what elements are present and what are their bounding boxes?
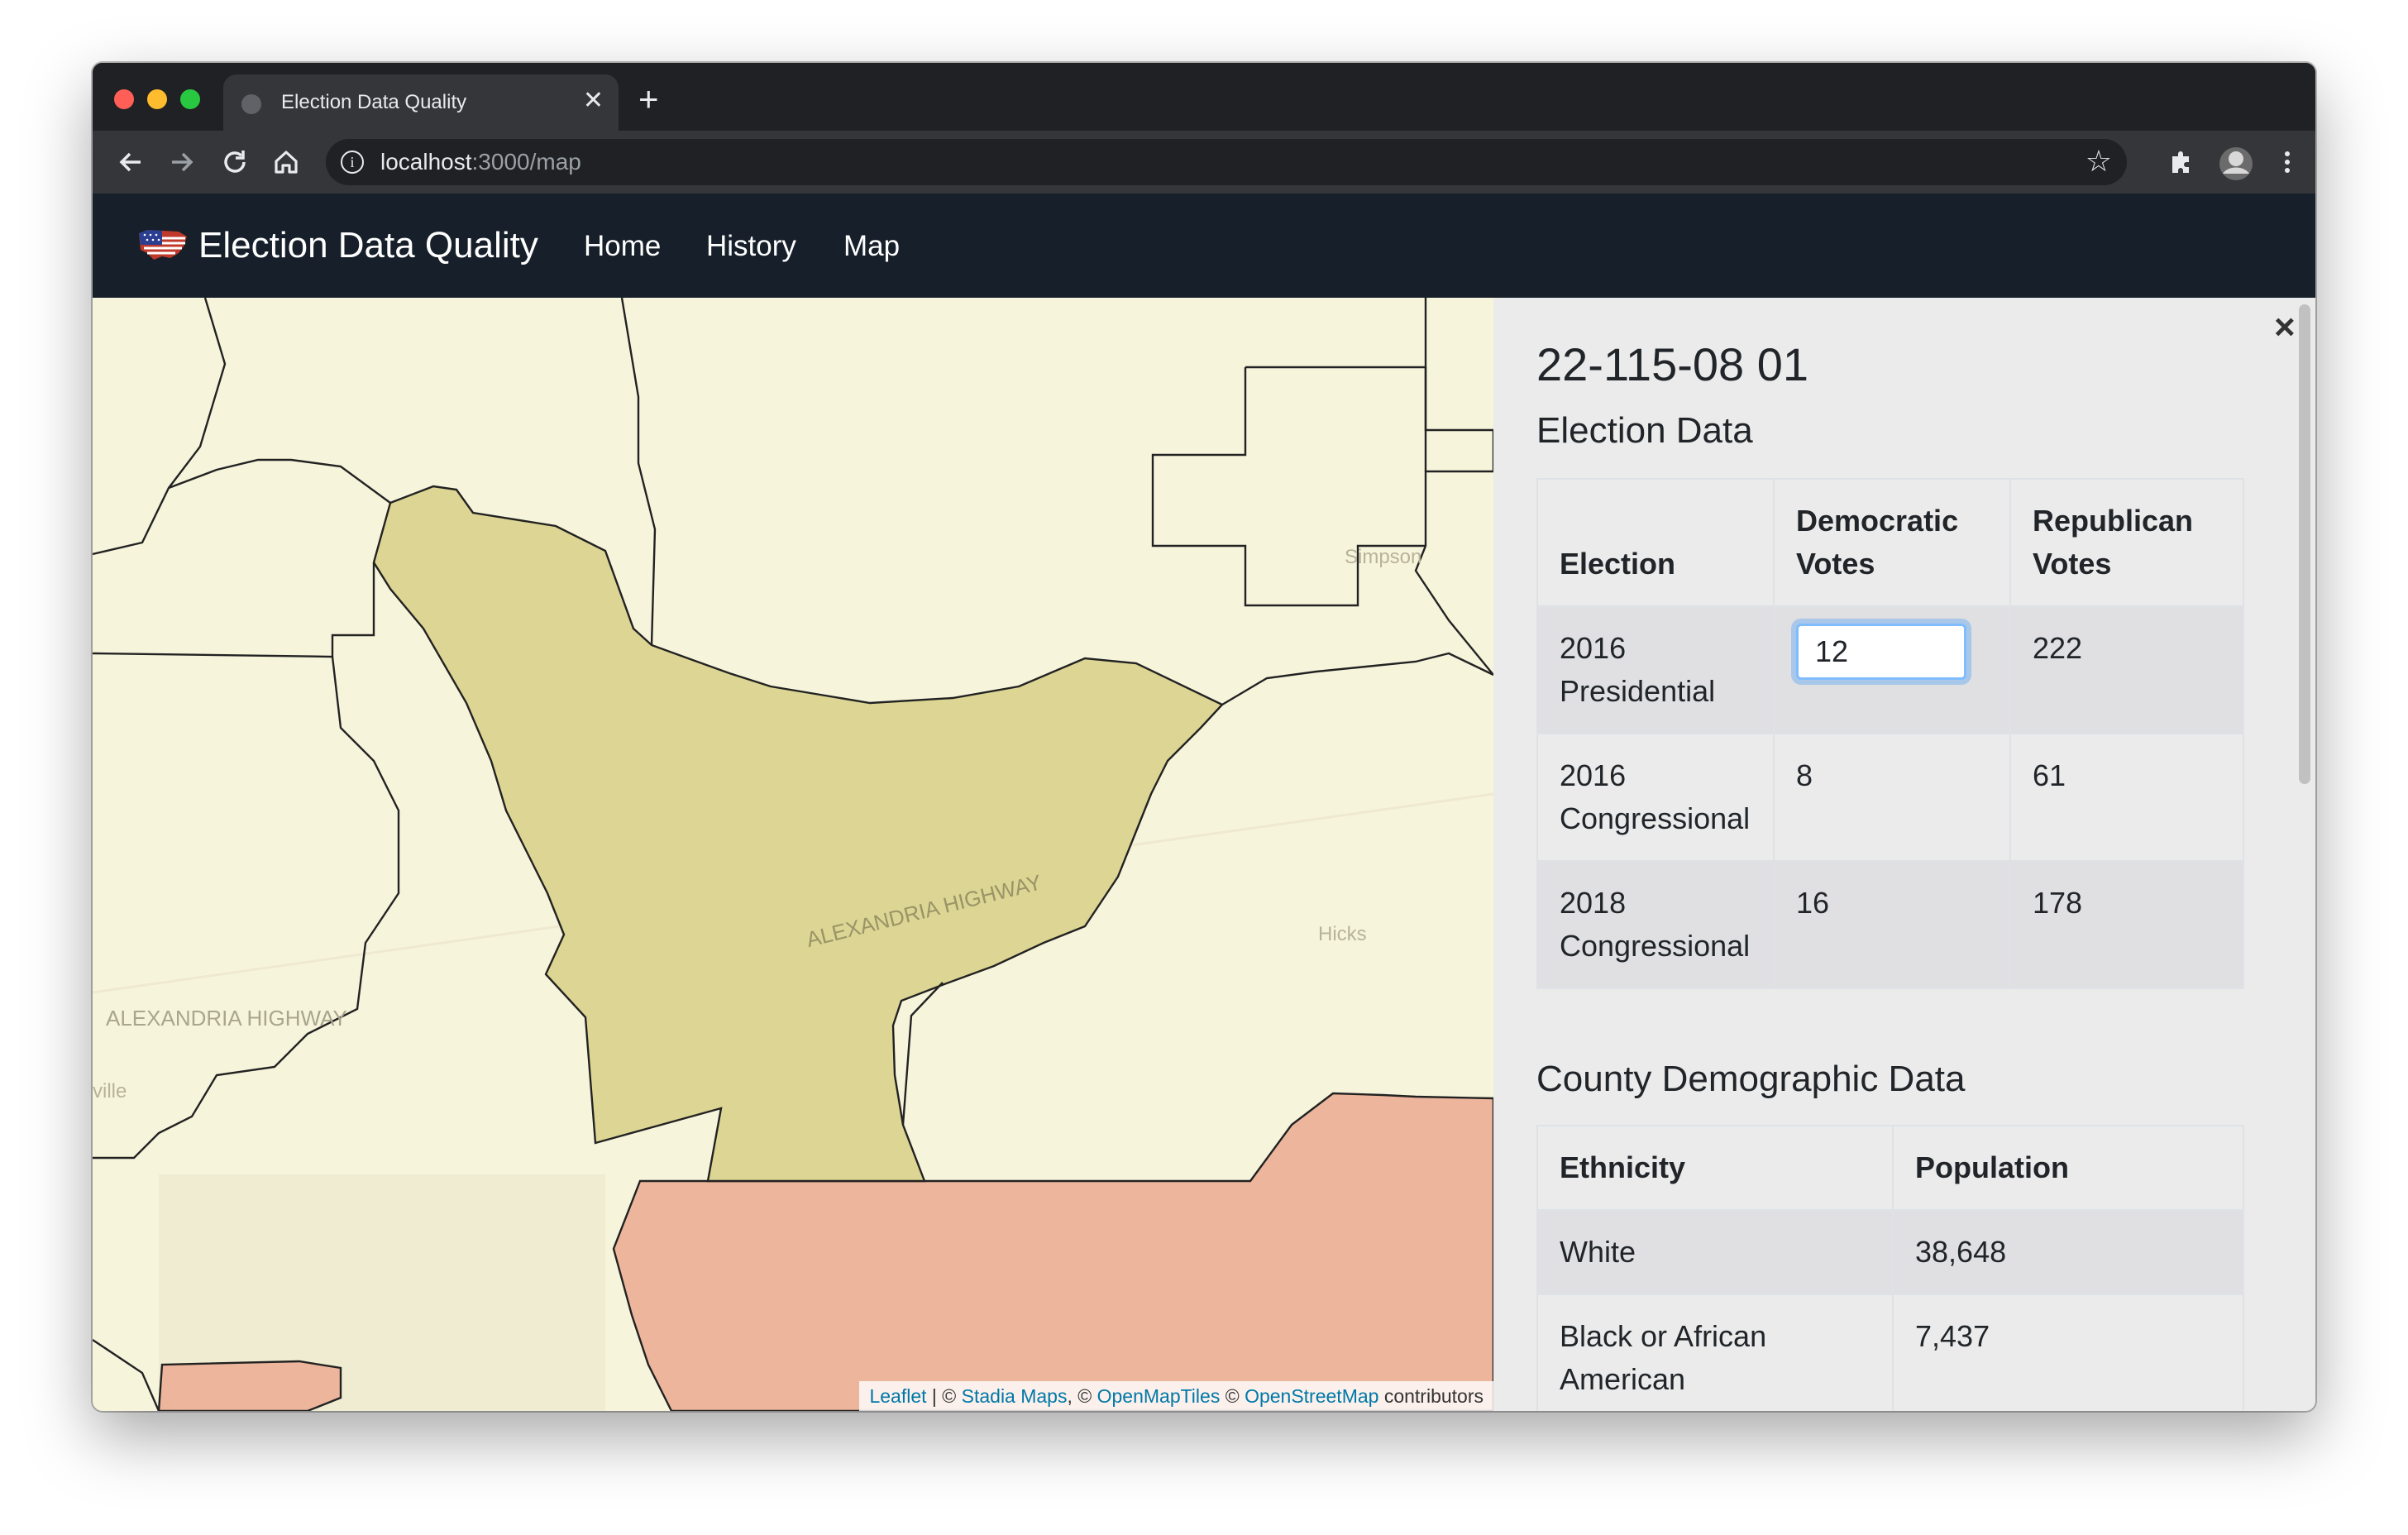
reload-icon[interactable] <box>218 146 251 179</box>
maximize-window-button[interactable] <box>180 89 200 109</box>
selected-precinct[interactable] <box>372 485 1224 1183</box>
info-icon[interactable]: i <box>341 151 364 174</box>
url-text: localhost:3000/map <box>380 149 581 175</box>
close-window-button[interactable] <box>114 89 134 109</box>
democratic-votes-cell[interactable]: 16 <box>1773 860 2011 989</box>
globe-icon <box>241 94 261 114</box>
column-header-ethnicity: Ethnicity <box>1536 1125 1894 1211</box>
boundary-line <box>620 298 657 646</box>
panel-scrollbar[interactable] <box>2299 304 2310 784</box>
bookmark-star-icon[interactable]: ☆ <box>2086 144 2112 179</box>
column-header-population: Population <box>1892 1125 2244 1211</box>
column-header-republican: Republican Votes <box>2009 478 2244 607</box>
republican-votes-cell[interactable]: 61 <box>2009 733 2244 862</box>
ethnicity-cell: Black or African American <box>1536 1294 1894 1411</box>
boundary-line <box>901 982 944 1126</box>
us-flag-map-icon <box>139 230 187 260</box>
population-cell: 7,437 <box>1892 1294 2244 1411</box>
boundary-line <box>1221 652 1493 706</box>
nav-link-home[interactable]: Home <box>584 230 661 263</box>
boundary-line <box>1414 298 1493 676</box>
road-label-left: ALEXANDRIA HIGHWAY <box>106 1006 347 1031</box>
election-name-cell: 2016 Congressional <box>1536 733 1775 862</box>
nav-link-history[interactable]: History <box>706 230 796 263</box>
column-header-election: Election <box>1536 478 1775 607</box>
republican-votes-cell[interactable]: 222 <box>2009 605 2244 734</box>
browser-toolbar: i localhost:3000/map ☆ <box>93 131 2315 194</box>
boundary-line <box>1151 367 1426 607</box>
boundary-line <box>93 652 400 1160</box>
table-row: 2016 Congressional 8 61 <box>1536 733 2244 862</box>
browser-window: Election Data Quality ✕ + i localhost:30… <box>93 63 2315 1411</box>
precinct-id: 22-115-08 01 <box>1536 338 1808 390</box>
boundary-line <box>93 458 391 556</box>
boundary-line <box>93 1339 160 1411</box>
home-icon[interactable] <box>270 146 303 179</box>
county-shape[interactable] <box>157 1360 342 1411</box>
precinct-detail-panel: × 22-115-08 01 Election Data Election De… <box>1493 298 2315 1411</box>
boundary-line <box>331 562 375 657</box>
close-icon[interactable]: × <box>2274 309 2296 346</box>
table-row: White 38,648 <box>1536 1209 2244 1295</box>
place-label-simpson: Simpson <box>1345 546 1422 568</box>
county-demographic-title: County Demographic Data <box>1536 1059 1966 1099</box>
boundary-line <box>1245 366 1427 471</box>
address-bar[interactable]: i localhost:3000/map ☆ <box>326 139 2127 185</box>
election-table: Election Democratic Votes Republican Vot… <box>1536 478 2244 989</box>
nav-link-map[interactable]: Map <box>843 230 900 263</box>
extensions-icon[interactable] <box>2165 146 2198 179</box>
election-name-cell: 2018 Congressional <box>1536 860 1775 989</box>
back-arrow-icon[interactable] <box>114 146 147 179</box>
tab-bar: Election Data Quality ✕ + <box>93 63 2315 131</box>
precinct-map[interactable]: Simpson Hicks ALEXANDRIA HIGHWAY ALEXAND… <box>93 298 1493 1411</box>
forward-arrow-icon[interactable] <box>165 146 198 179</box>
openstreetmap-link[interactable]: OpenStreetMap <box>1245 1385 1378 1407</box>
democratic-votes-cell[interactable]: 8 <box>1773 733 2011 862</box>
new-tab-button[interactable]: + <box>638 82 659 117</box>
brand-title[interactable]: Election Data Quality <box>198 225 538 266</box>
place-label-ville: ville <box>93 1080 127 1102</box>
table-header-row: Ethnicity Population <box>1536 1125 2244 1211</box>
republican-votes-cell[interactable]: 178 <box>2009 860 2244 989</box>
browser-tab[interactable]: Election Data Quality ✕ <box>223 74 619 131</box>
column-header-democratic: Democratic Votes <box>1773 478 2011 607</box>
table-row: Black or African American 7,437 <box>1536 1294 2244 1411</box>
table-header-row: Election Democratic Votes Republican Vot… <box>1536 478 2244 607</box>
table-row: 2018 Congressional 16 178 <box>1536 860 2244 989</box>
table-row: 2016 Presidential 12 222 <box>1536 605 2244 734</box>
demographic-table: Ethnicity Population White 38,648 Black … <box>1536 1125 2244 1411</box>
boundary-line <box>168 298 227 489</box>
tab-title: Election Data Quality <box>281 91 467 113</box>
minimize-window-button[interactable] <box>147 89 167 109</box>
democratic-votes-input[interactable]: 12 <box>1796 624 1966 680</box>
election-data-title: Election Data <box>1536 410 1753 451</box>
openmaptiles-link[interactable]: OpenMapTiles <box>1097 1385 1221 1407</box>
stadia-link[interactable]: Stadia Maps <box>962 1385 1068 1407</box>
election-name-cell: 2016 Presidential <box>1536 605 1775 734</box>
democratic-votes-cell: 12 <box>1773 605 2011 734</box>
menu-dots-icon[interactable] <box>2271 146 2304 179</box>
population-cell: 38,648 <box>1892 1209 2244 1295</box>
page-content: Election Data Quality Home History Map S… <box>93 194 2315 1411</box>
profile-avatar-icon[interactable] <box>2218 146 2253 180</box>
place-label-hicks: Hicks <box>1318 923 1367 945</box>
map-attribution: Leaflet | © Stadia Maps, © OpenMapTiles … <box>859 1381 1493 1411</box>
leaflet-link[interactable]: Leaflet <box>869 1385 926 1407</box>
ethnicity-cell: White <box>1536 1209 1894 1295</box>
site-navbar: Election Data Quality Home History Map <box>93 194 2315 298</box>
tab-close-icon[interactable]: ✕ <box>583 86 604 116</box>
